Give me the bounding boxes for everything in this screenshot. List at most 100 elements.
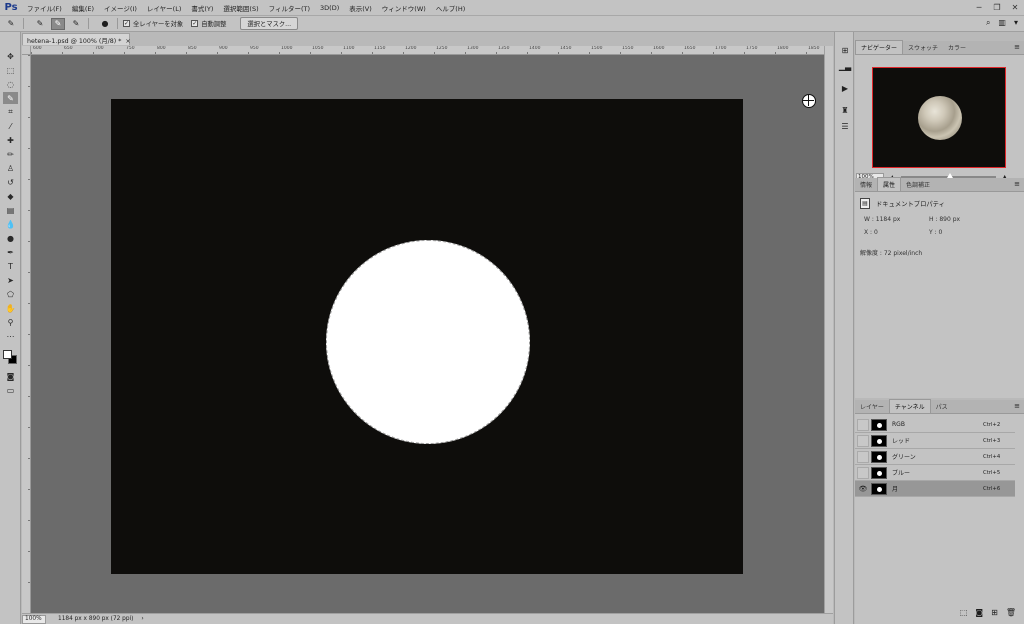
visibility-toggle[interactable]	[857, 450, 869, 463]
channel-row-moon[interactable]: 👁 月 Ctrl+6	[855, 481, 1015, 497]
eyedropper-tool-icon[interactable]: ⁄	[3, 120, 18, 132]
menu-view[interactable]: 表示(V)	[344, 3, 377, 13]
visibility-toggle[interactable]	[857, 418, 869, 431]
horizontal-ruler[interactable]: 600 650 700 750 800 850 900 950 1000 1050 1100 1150…	[31, 46, 824, 55]
healing-brush-icon[interactable]: ✚	[3, 134, 18, 146]
hand-tool-icon[interactable]: ✋	[3, 302, 18, 314]
more-tools-icon[interactable]: ⋯	[3, 330, 18, 342]
navigator-preview[interactable]	[872, 67, 1006, 168]
tool-presets-icon[interactable]: ♜	[838, 104, 852, 116]
actions-panel-icon[interactable]: ▶	[838, 82, 852, 94]
workspace-dropdown-icon[interactable]: ▾	[1014, 18, 1018, 28]
panel-menu-icon[interactable]: ≡	[1014, 43, 1020, 51]
properties-header: ▤ ドキュメントプロパティ	[860, 198, 945, 209]
history-panel-icon[interactable]: ⊞	[838, 44, 852, 56]
restore-icon[interactable]: ❐	[988, 0, 1006, 15]
close-icon[interactable]: ✕	[1006, 0, 1024, 15]
tab-color[interactable]: カラー	[943, 41, 971, 54]
new-channel-icon[interactable]: ⊞	[991, 608, 998, 620]
load-selection-icon[interactable]: ⬚	[960, 608, 968, 620]
blur-tool-icon[interactable]: 💧	[3, 218, 18, 230]
type-tool-icon[interactable]: T	[3, 260, 18, 272]
gradient-tool-icon[interactable]: ▤	[3, 204, 18, 216]
select-and-mask-button[interactable]: 選択とマスク...	[240, 17, 299, 30]
menu-image[interactable]: イメージ(I)	[99, 3, 142, 13]
search-icon[interactable]: ⌕	[986, 18, 990, 28]
menu-3d[interactable]: 3D(D)	[315, 4, 344, 12]
panel-menu-icon[interactable]: ≡	[1014, 402, 1020, 410]
panel-menu-icon[interactable]: ≡	[1014, 180, 1020, 188]
tab-properties[interactable]: 属性	[877, 177, 902, 191]
status-menu-icon[interactable]: ›	[141, 616, 143, 622]
ruler-tick-label: 750	[126, 46, 135, 51]
x-value[interactable]: X : 0	[864, 229, 878, 236]
brush-size-icon[interactable]: ●	[98, 18, 112, 30]
screen-mode-icon[interactable]: ▭	[3, 384, 18, 396]
zoom-tool-icon[interactable]: ⚲	[3, 316, 18, 328]
y-value[interactable]: Y : 0	[929, 229, 942, 236]
moon-selection-mask[interactable]	[326, 240, 530, 444]
ruler-origin[interactable]	[22, 46, 31, 55]
history-brush-icon[interactable]: ↺	[3, 176, 18, 188]
menu-filter[interactable]: フィルター(T)	[264, 3, 315, 13]
shape-tool-icon[interactable]: ⬠	[3, 288, 18, 300]
vertical-ruler[interactable]	[22, 55, 31, 613]
tab-swatches[interactable]: スウォッチ	[903, 41, 943, 54]
channel-row-rgb[interactable]: RGB Ctrl+2	[855, 417, 1015, 433]
pen-tool-icon[interactable]: ✒	[3, 246, 18, 258]
marquee-tool-icon[interactable]: ⬚	[3, 64, 18, 76]
lasso-tool-icon[interactable]: ◌	[3, 78, 18, 90]
document-canvas[interactable]	[111, 99, 743, 574]
menu-layer[interactable]: レイヤー(L)	[142, 3, 187, 13]
menu-select[interactable]: 選択範囲(S)	[218, 3, 263, 13]
save-selection-icon[interactable]: ◙	[975, 608, 983, 620]
brush-tool-icon[interactable]: ✏	[3, 148, 18, 160]
tab-channels[interactable]: チャンネル	[888, 399, 931, 413]
properties-panel: 情報 属性 色調補正 ≡ ▤ ドキュメントプロパティ W : 1184 px H…	[855, 177, 1024, 398]
workspace-icon[interactable]: ▥	[998, 18, 1006, 28]
subtract-selection-icon[interactable]: ✎	[69, 18, 83, 30]
menu-type[interactable]: 書式(Y)	[186, 3, 218, 13]
new-selection-icon[interactable]: ✎	[33, 18, 47, 30]
foreground-color-swatch[interactable]	[3, 350, 12, 359]
channel-row-blue[interactable]: ブルー Ctrl+5	[855, 465, 1015, 481]
document-scrollbar[interactable]	[824, 46, 833, 613]
zoom-level-field[interactable]: 100%	[22, 614, 46, 624]
tab-paths[interactable]: パス	[931, 400, 953, 413]
move-tool-icon[interactable]: ✥	[3, 50, 18, 62]
quick-mask-icon[interactable]: ◙	[3, 370, 18, 382]
clone-stamp-icon[interactable]: ♙	[3, 162, 18, 174]
visibility-toggle[interactable]	[857, 434, 869, 447]
path-selection-icon[interactable]: ➤	[3, 274, 18, 286]
tab-layers[interactable]: レイヤー	[855, 400, 889, 413]
menu-file[interactable]: ファイル(F)	[22, 3, 67, 13]
channel-row-green[interactable]: グリーン Ctrl+4	[855, 449, 1015, 465]
sample-all-layers-checkbox[interactable]: ✓	[123, 20, 130, 27]
minimize-icon[interactable]: ─	[970, 0, 988, 15]
menu-edit[interactable]: 編集(E)	[67, 3, 99, 13]
adjustments-panel-icon[interactable]: ☰	[838, 120, 852, 132]
document-tab[interactable]: hetena-1.psd @ 100% (月/8) * ×	[22, 33, 131, 45]
crop-tool-icon[interactable]: ⌗	[3, 106, 18, 118]
tab-navigator[interactable]: ナビゲーター	[855, 40, 904, 54]
close-tab-icon[interactable]: ×	[123, 38, 130, 45]
delete-channel-icon[interactable]: 🗑	[1006, 608, 1016, 620]
dodge-tool-icon[interactable]: ●	[3, 232, 18, 244]
channel-row-red[interactable]: レッド Ctrl+3	[855, 433, 1015, 449]
quick-selection-preset-icon[interactable]: ✎	[4, 18, 18, 30]
ruler-tick-label: 1550	[622, 46, 634, 51]
pasteboard[interactable]	[31, 55, 824, 613]
tab-adjustments[interactable]: 色調補正	[901, 178, 935, 191]
quick-selection-tool-icon[interactable]: ✎	[3, 92, 18, 104]
eraser-tool-icon[interactable]: ◆	[3, 190, 18, 202]
width-value[interactable]: W : 1184 px	[864, 216, 900, 223]
histogram-panel-icon[interactable]: ▁▃	[838, 60, 852, 72]
menu-window[interactable]: ウィンドウ(W)	[377, 3, 431, 13]
add-to-selection-icon[interactable]: ✎	[51, 17, 65, 30]
tab-info[interactable]: 情報	[855, 178, 877, 191]
height-value[interactable]: H : 890 px	[929, 216, 960, 223]
eye-icon[interactable]: 👁	[857, 483, 869, 495]
auto-enhance-checkbox[interactable]: ✓	[191, 20, 199, 27]
visibility-toggle[interactable]	[857, 466, 869, 479]
menu-help[interactable]: ヘルプ(H)	[431, 3, 470, 13]
